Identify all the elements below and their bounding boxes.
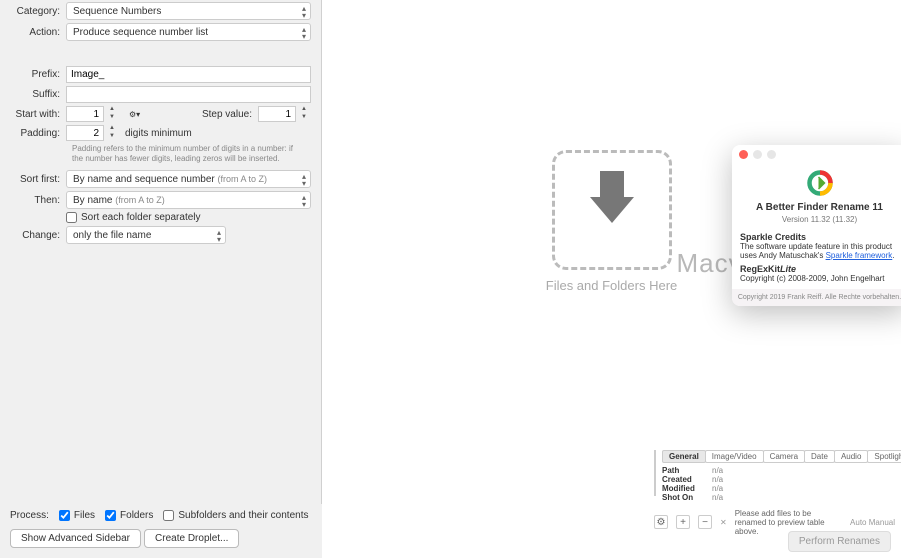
sidebar-form: Category: Sequence Numbers▴▾ Action: Pro…	[0, 0, 322, 558]
select-arrows-icon: ▴▾	[302, 194, 306, 208]
about-footer: Copyright 2019 Frank Reiff. Alle Rechte …	[732, 289, 901, 306]
info-tabs: GeneralImage/VideoCameraDateAudioSpotlig…	[662, 450, 901, 463]
download-arrow-icon	[590, 197, 634, 223]
app-icon	[805, 168, 835, 198]
stepper-icon[interactable]: ▲▼	[105, 106, 119, 122]
about-window: A Better Finder Rename 11 Version 11.32 …	[732, 145, 901, 306]
process-files-checkbox[interactable]: Files	[59, 510, 95, 521]
sort-first-label: Sort first:	[10, 174, 66, 185]
sort-first-select[interactable]: By name and sequence number (from A to Z…	[66, 170, 311, 188]
preview-thumbnail	[654, 450, 656, 496]
remove-button[interactable]: −	[698, 515, 712, 529]
select-arrows-icon: ▴▾	[302, 173, 306, 187]
padding-hint: Padding refers to the minimum number of …	[72, 144, 302, 164]
process-label: Process:	[10, 510, 49, 521]
padding-label: Padding:	[10, 128, 66, 139]
about-version: Version 11.32 (11.32)	[740, 215, 899, 224]
close-icon[interactable]	[739, 150, 748, 159]
bottom-toolbar: ⚙︎ + − ✕ Please add files to be renamed …	[654, 514, 895, 530]
perform-renames-button: Perform Renames	[788, 531, 891, 552]
info-panel: GeneralImage/VideoCameraDateAudioSpotlig…	[654, 450, 895, 510]
regex-copyright: Copyright (c) 2008-2009, John Engelhart	[740, 274, 899, 283]
sort-each-folder-checkbox[interactable]: Sort each folder separately	[66, 212, 201, 223]
minimize-icon	[753, 150, 762, 159]
process-bar: Process: Files Folders Subfolders and th…	[0, 504, 322, 558]
tab-camera[interactable]: Camera	[763, 450, 805, 463]
change-label: Change:	[10, 230, 66, 241]
prefix-label: Prefix:	[10, 69, 66, 80]
auto-toggle[interactable]: Auto	[850, 518, 866, 527]
manual-toggle[interactable]: Manual	[869, 518, 895, 527]
select-arrows-icon: ▴▾	[302, 26, 306, 40]
category-select[interactable]: Sequence Numbers▴▾	[66, 2, 311, 20]
about-title: A Better Finder Rename 11	[740, 202, 899, 213]
tab-imagevideo[interactable]: Image/Video	[705, 450, 764, 463]
suffix-label: Suffix:	[10, 89, 66, 100]
stepper-icon[interactable]: ▲▼	[297, 106, 311, 122]
about-titlebar	[732, 145, 901, 164]
then-label: Then:	[10, 195, 66, 206]
start-with-input[interactable]	[66, 106, 104, 122]
suffix-input[interactable]	[66, 86, 311, 103]
stepper-icon[interactable]: ▲▼	[105, 125, 119, 141]
padding-unit: digits minimum	[125, 128, 192, 139]
sparkle-link[interactable]: Sparkle framework	[826, 251, 893, 260]
step-value-input[interactable]	[258, 106, 296, 122]
start-with-label: Start with:	[10, 109, 66, 120]
main-area: Files and Folders Here Macv.com A Better…	[322, 0, 901, 558]
show-advanced-button[interactable]: Show Advanced Sidebar	[10, 529, 141, 548]
select-arrows-icon: ▴▾	[217, 229, 221, 243]
drop-text: Files and Folders Here	[462, 278, 762, 293]
tab-date[interactable]: Date	[804, 450, 835, 463]
gear-icon[interactable]: ⚙︎▾	[129, 110, 140, 119]
process-folders-checkbox[interactable]: Folders	[105, 510, 153, 521]
tab-general[interactable]: General	[662, 450, 706, 463]
action-label: Action:	[10, 27, 66, 38]
regex-heading: RegExKitLite	[740, 264, 796, 274]
select-arrows-icon: ▴▾	[302, 5, 306, 19]
zoom-icon	[767, 150, 776, 159]
then-select[interactable]: By name (from A to Z)▴▾	[66, 191, 311, 209]
create-droplet-button[interactable]: Create Droplet...	[144, 529, 239, 548]
process-subfolders-checkbox[interactable]: Subfolders and their contents	[163, 510, 308, 521]
padding-input[interactable]	[66, 125, 104, 141]
tab-spotlight[interactable]: Spotlight	[867, 450, 901, 463]
tab-audio[interactable]: Audio	[834, 450, 868, 463]
change-select[interactable]: only the file name▴▾	[66, 226, 226, 244]
add-button[interactable]: +	[676, 515, 690, 529]
category-label: Category:	[10, 6, 66, 17]
prefix-input[interactable]	[66, 66, 311, 83]
gear-icon[interactable]: ⚙︎	[654, 515, 668, 529]
action-select[interactable]: Produce sequence number list▴▾	[66, 23, 311, 41]
sparkle-heading: Sparkle Credits	[740, 232, 806, 242]
drop-zone[interactable]: Files and Folders Here	[552, 150, 672, 280]
step-value-label: Step value:	[202, 109, 252, 120]
